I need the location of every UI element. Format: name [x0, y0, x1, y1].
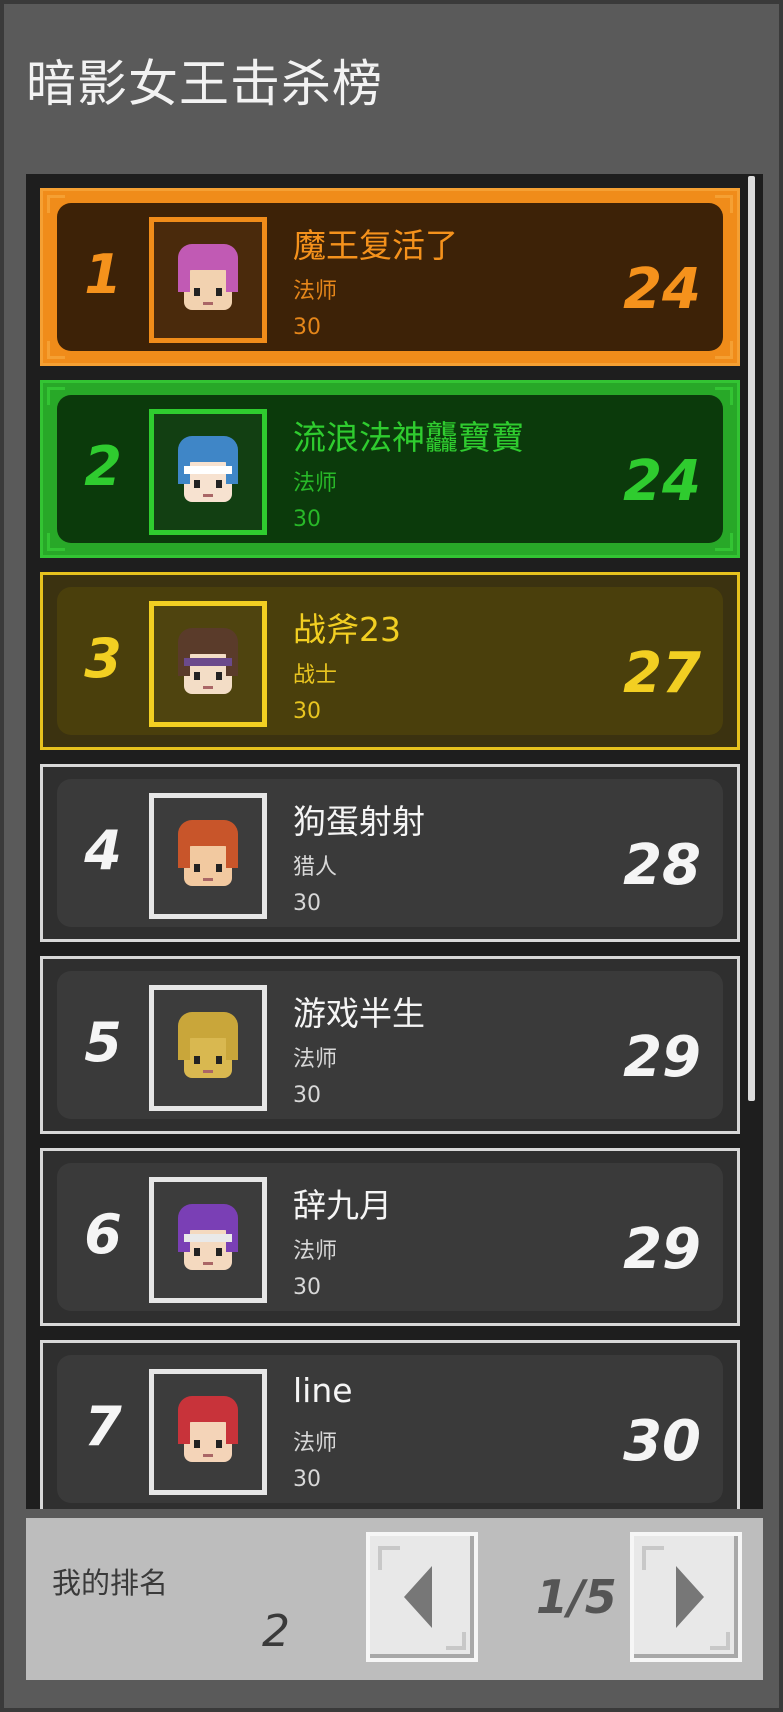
corner-ornament [47, 387, 65, 405]
player-level: 30 [293, 1467, 321, 1492]
rank-number: 2 [84, 435, 122, 498]
corner-ornament [715, 387, 733, 405]
corner-ornament [47, 341, 65, 359]
player-class: 战士 [293, 663, 338, 688]
my-rank-value: 2 [262, 1606, 290, 1657]
next-page-button[interactable] [630, 1532, 742, 1662]
leaderboard-row[interactable]: 7 line 法师 30 30 [40, 1340, 740, 1509]
kill-score: 29 [623, 1025, 701, 1090]
rank-number: 4 [84, 819, 122, 882]
player-level: 30 [293, 1083, 321, 1108]
player-class: 法师 [293, 471, 338, 496]
player-name: line [293, 1371, 353, 1410]
player-name: 游戏半生 [293, 994, 425, 1033]
corner-ornament [715, 195, 733, 213]
avatar [149, 217, 267, 343]
player-name: 狗蛋射射 [293, 802, 425, 841]
rank-number: 1 [84, 243, 122, 306]
rank-number: 5 [84, 1011, 122, 1074]
my-rank-label: 我的排名 [52, 1566, 169, 1600]
arrow-right-icon [642, 1546, 730, 1650]
ranking-list[interactable]: 1 魔王复活了 法师 30 24 2 流浪法神龘寶寶 法师 30 24 3 战斧… [26, 174, 763, 1509]
character-portrait-icon [178, 628, 238, 694]
rank-number: 3 [84, 627, 122, 690]
character-portrait-icon [178, 1012, 238, 1078]
player-level: 30 [293, 699, 321, 724]
kill-score: 27 [623, 641, 701, 706]
avatar [149, 601, 267, 727]
corner-ornament [715, 533, 733, 551]
leaderboard-row[interactable]: 5 游戏半生 法师 30 29 [40, 956, 740, 1134]
leaderboard-row[interactable]: 2 流浪法神龘寶寶 法师 30 24 [40, 380, 740, 558]
player-name: 魔王复活了 [293, 226, 458, 265]
rank-number: 7 [84, 1395, 122, 1458]
leaderboard-row[interactable]: 1 魔王复活了 法师 30 24 [40, 188, 740, 366]
player-level: 30 [293, 315, 321, 340]
leaderboard-row[interactable]: 4 狗蛋射射 猎人 30 28 [40, 764, 740, 942]
avatar [149, 1177, 267, 1303]
page-indicator: 1/5 [536, 1570, 617, 1624]
avatar [149, 793, 267, 919]
player-class: 猎人 [293, 855, 338, 880]
player-name: 辞九月 [293, 1186, 392, 1225]
avatar [149, 1369, 267, 1495]
player-name: 流浪法神龘寶寶 [293, 418, 524, 457]
corner-ornament [47, 533, 65, 551]
kill-score: 30 [623, 1409, 701, 1474]
leaderboard-row[interactable]: 6 辞九月 法师 30 29 [40, 1148, 740, 1326]
arrow-left-icon [378, 1546, 466, 1650]
character-portrait-icon [178, 244, 238, 310]
player-class: 法师 [293, 1239, 338, 1264]
player-class: 法师 [293, 1431, 338, 1456]
player-level: 30 [293, 507, 321, 532]
player-class: 法师 [293, 279, 338, 304]
character-portrait-icon [178, 1204, 238, 1270]
corner-ornament [715, 341, 733, 359]
player-level: 30 [293, 1275, 321, 1300]
leaderboard-row[interactable]: 3 战斧23 战士 30 27 [40, 572, 740, 750]
leaderboard-window: 暗影女王击杀榜 1 魔王复活了 法师 30 24 2 流浪法神龘寶寶 法师 30… [0, 0, 783, 1712]
kill-score: 28 [623, 833, 701, 898]
player-level: 30 [293, 891, 321, 916]
player-class: 法师 [293, 1047, 338, 1072]
footer-bar: 我的排名 2 1/5 [26, 1518, 763, 1680]
player-name: 战斧23 [293, 610, 401, 649]
kill-score: 29 [623, 1217, 701, 1282]
kill-score: 24 [623, 449, 701, 514]
prev-page-button[interactable] [366, 1532, 478, 1662]
character-portrait-icon [178, 436, 238, 502]
kill-score: 24 [623, 257, 701, 322]
corner-ornament [47, 195, 65, 213]
rank-number: 6 [84, 1203, 122, 1266]
character-portrait-icon [178, 1396, 238, 1462]
avatar [149, 985, 267, 1111]
character-portrait-icon [178, 820, 238, 886]
scrollbar[interactable] [748, 176, 755, 1101]
page-title: 暗影女王击杀榜 [26, 55, 383, 113]
avatar [149, 409, 267, 535]
